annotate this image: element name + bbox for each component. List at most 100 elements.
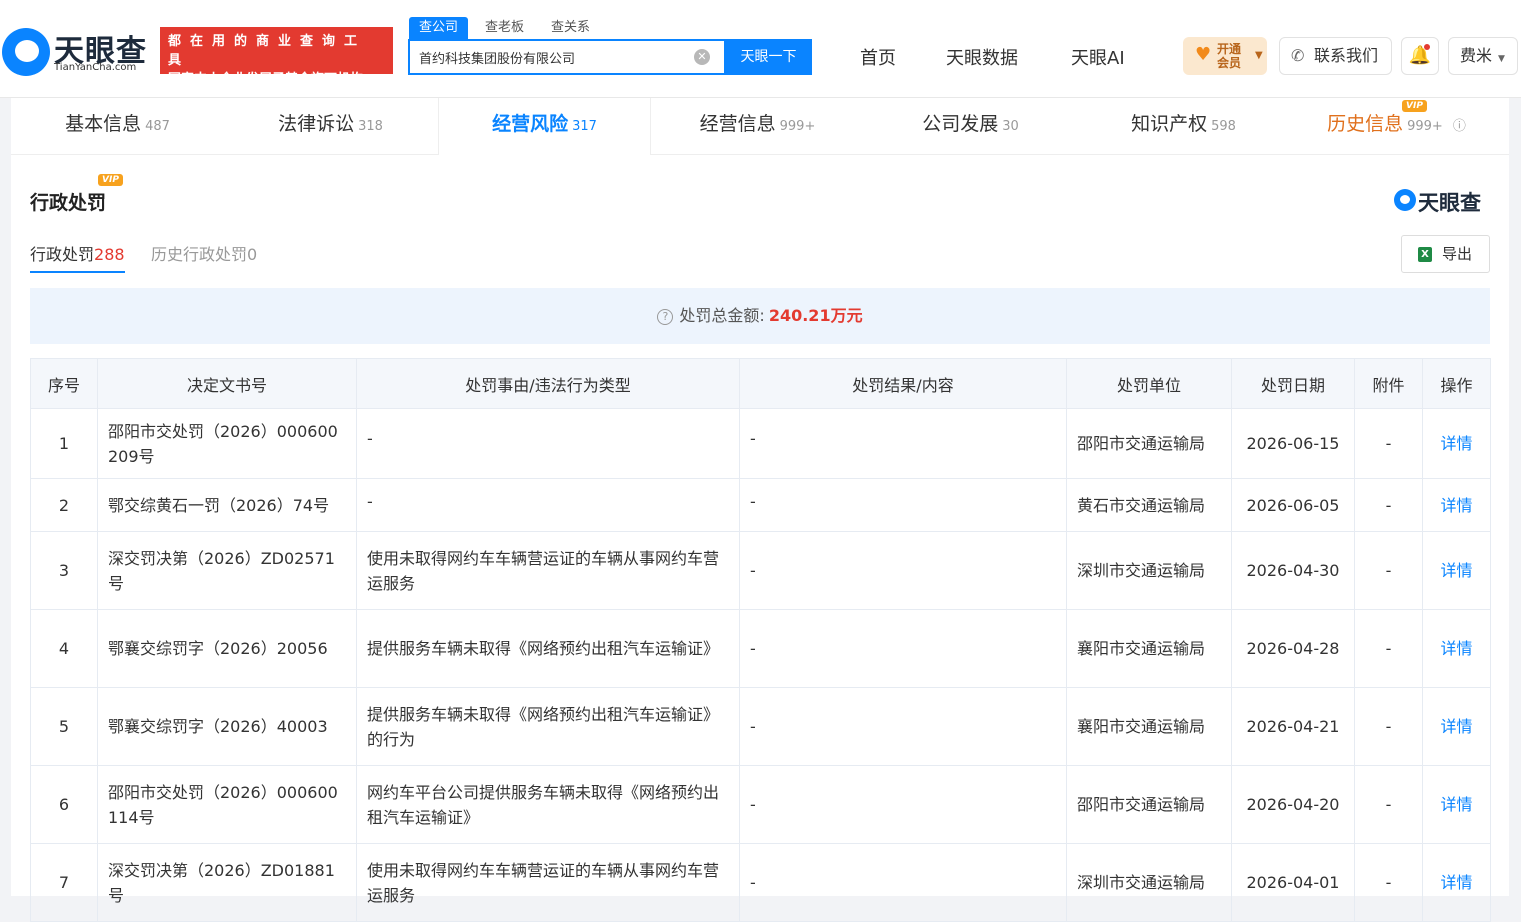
- cell-result: -: [739, 408, 1067, 479]
- tab-label: 经营信息: [699, 113, 776, 135]
- cell-no: 6: [30, 765, 98, 844]
- summary-label: 处罚总金额:: [679, 306, 765, 325]
- table-row: 1 邵阳市交处罚（2026）000600209号 - - 邵阳市交通运输局 20…: [30, 408, 1491, 479]
- help-icon[interactable]: ?: [657, 309, 674, 325]
- vip-line2: 会员: [1217, 56, 1242, 70]
- search-input[interactable]: [410, 41, 680, 73]
- cell-reason: 网约车平台公司提供服务车辆未取得《网络预约出租汽车运输证》: [356, 765, 740, 844]
- penalty-table: 序号 决定文书号 处罚事由/违法行为类型 处罚结果/内容 处罚单位 处罚日期 附…: [30, 358, 1491, 922]
- main-tabs: 基本信息 487 法律诉讼 318 经营风险 317 经营信息 999+ 公司发展 30 …: [11, 98, 1509, 155]
- cell-unit: 深圳市交通运输局: [1066, 843, 1232, 922]
- subtab-label: 行政处罚: [30, 245, 95, 264]
- subtab-penalty[interactable]: 行政处罚288: [30, 241, 125, 273]
- cell-no: 7: [30, 843, 98, 922]
- detail-link[interactable]: 详情: [1422, 687, 1491, 766]
- cell-result: -: [739, 478, 1067, 532]
- vip-open-button[interactable]: ♥ 开通 会员 ▼: [1183, 37, 1267, 75]
- cell-date: 2026-06-15: [1231, 408, 1355, 479]
- logo-icon: [2, 28, 50, 76]
- cell-attach: -: [1354, 765, 1423, 844]
- tab-history[interactable]: VIP 历史信息 999+ ⓘ: [1290, 98, 1503, 155]
- cell-doc: 鄂襄交综罚字（2026）20056: [97, 609, 357, 688]
- cell-date: 2026-04-20: [1231, 765, 1355, 844]
- cell-reason: -: [356, 478, 740, 532]
- cell-result: -: [739, 843, 1067, 922]
- vip-text: 开通 会员: [1217, 42, 1241, 70]
- vip-line1: 开通: [1217, 42, 1242, 56]
- cell-reason: 提供服务车辆未取得《网络预约出租汽车运输证》的行为: [356, 687, 740, 766]
- col-header-date[interactable]: 处罚日期: [1231, 358, 1355, 409]
- cell-doc: 鄂交综黄石一罚（2026）74号: [97, 478, 357, 532]
- tab-label: 基本信息: [65, 113, 142, 135]
- cell-unit: 邵阳市交通运输局: [1066, 408, 1232, 479]
- subtab-history-penalty[interactable]: 历史行政处罚0: [151, 241, 257, 273]
- cell-no: 4: [30, 609, 98, 688]
- detail-link[interactable]: 详情: [1422, 478, 1491, 532]
- nav-ai[interactable]: 天眼AI: [1071, 44, 1125, 70]
- search-tab-boss[interactable]: 查老板: [475, 17, 534, 39]
- promo-banner[interactable]: 都在用的商业查询工具 国家中小企业发展子基金旗下机构: [160, 27, 393, 87]
- tab-basic-info[interactable]: 基本信息 487: [11, 98, 224, 155]
- detail-link[interactable]: 详情: [1422, 531, 1491, 610]
- col-header-doc: 决定文书号: [97, 358, 357, 409]
- table-header-row: 序号 决定文书号 处罚事由/违法行为类型 处罚结果/内容 处罚单位 处罚日期 附…: [30, 358, 1491, 409]
- brand-logo: 天眼查: [1394, 187, 1481, 215]
- help-icon[interactable]: ⓘ: [1453, 119, 1466, 134]
- logo-icon: [1394, 189, 1416, 211]
- section-title: 行政处罚: [30, 192, 107, 214]
- cell-no: 3: [30, 531, 98, 610]
- cell-attach: -: [1354, 531, 1423, 610]
- search-area: 查公司 查老板 查关系 ✕ 天眼一下: [407, 17, 813, 75]
- brand-name: 天眼查: [1418, 191, 1481, 215]
- col-header-unit[interactable]: 处罚单位: [1066, 358, 1232, 409]
- contact-button[interactable]: ✆ 联系我们: [1279, 37, 1392, 75]
- search-tab-relation[interactable]: 查关系: [541, 17, 600, 39]
- diamond-icon: ♥: [1195, 44, 1212, 65]
- tab-count: 598: [1211, 119, 1236, 134]
- cell-unit: 襄阳市交通运输局: [1066, 687, 1232, 766]
- cell-unit: 邵阳市交通运输局: [1066, 765, 1232, 844]
- tab-ip[interactable]: 知识产权 598: [1077, 98, 1290, 155]
- cell-unit: 深圳市交通运输局: [1066, 531, 1232, 610]
- clear-icon[interactable]: ✕: [694, 49, 710, 65]
- export-button[interactable]: X 导出: [1401, 235, 1490, 273]
- table-row: 2 鄂交综黄石一罚（2026）74号 - - 黄石市交通运输局 2026-06-…: [30, 478, 1491, 532]
- cell-doc: 深交罚决第（2026）ZD02571号: [97, 531, 357, 610]
- cell-attach: -: [1354, 609, 1423, 688]
- cell-date: 2026-04-21: [1231, 687, 1355, 766]
- cell-attach: -: [1354, 408, 1423, 479]
- nav-home[interactable]: 首页: [860, 44, 896, 70]
- detail-link[interactable]: 详情: [1422, 843, 1491, 922]
- subtab-label: 历史行政处罚: [151, 245, 248, 264]
- cell-result: -: [739, 531, 1067, 610]
- tab-business-risk[interactable]: 经营风险 317: [438, 98, 651, 155]
- logo[interactable]: 天眼查 TianYanCha.com: [2, 24, 154, 80]
- nav-data[interactable]: 天眼数据: [946, 44, 1018, 70]
- cell-doc: 深交罚决第（2026）ZD01881号: [97, 843, 357, 922]
- tab-development[interactable]: 公司发展 30: [864, 98, 1077, 155]
- tab-business-info[interactable]: 经营信息 999+: [651, 98, 864, 155]
- tab-legal[interactable]: 法律诉讼 318: [224, 98, 437, 155]
- penalty-summary: ? 处罚总金额: 240.21万元: [30, 288, 1490, 344]
- search-tab-company[interactable]: 查公司: [409, 17, 469, 39]
- tab-count: 999+: [779, 119, 816, 134]
- cell-reason: -: [356, 408, 740, 479]
- cell-date: 2026-04-01: [1231, 843, 1355, 922]
- top-header: 天眼查 TianYanCha.com 都在用的商业查询工具 国家中小企业发展子基…: [0, 0, 1521, 98]
- cell-doc: 邵阳市交处罚（2026）000600209号: [97, 408, 357, 479]
- detail-link[interactable]: 详情: [1422, 609, 1491, 688]
- detail-link[interactable]: 详情: [1422, 765, 1491, 844]
- detail-link[interactable]: 详情: [1422, 408, 1491, 479]
- user-menu[interactable]: 费米 ▼: [1448, 37, 1518, 75]
- cell-doc: 鄂襄交综罚字（2026）40003: [97, 687, 357, 766]
- cell-reason: 使用未取得网约车车辆营运证的车辆从事网约车营运服务: [356, 843, 740, 922]
- search-button[interactable]: 天眼一下: [725, 39, 812, 75]
- vip-badge: VIP: [1402, 100, 1427, 112]
- cell-result: -: [739, 609, 1067, 688]
- cell-date: 2026-06-05: [1231, 478, 1355, 532]
- notification-button[interactable]: 🔔: [1401, 37, 1439, 75]
- content-card: 基本信息 487 法律诉讼 318 经营风险 317 经营信息 999+ 公司发展 30 …: [11, 98, 1509, 922]
- tab-label: 经营风险: [492, 113, 569, 135]
- cell-result: -: [739, 765, 1067, 844]
- col-header-result: 处罚结果/内容: [739, 358, 1067, 409]
